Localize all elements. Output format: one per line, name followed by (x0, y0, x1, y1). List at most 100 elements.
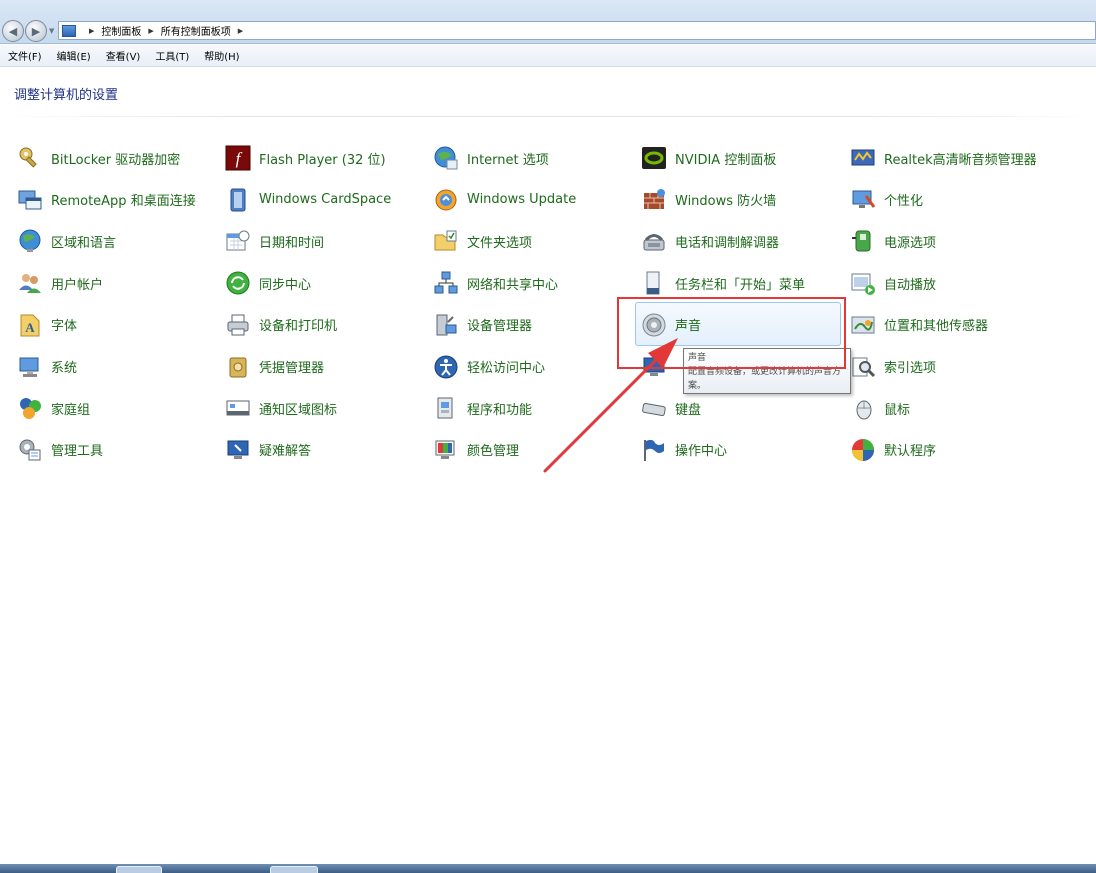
control-panel-item[interactable]: 家庭组 (16, 393, 90, 423)
control-panel-item-label: 电话和调制解调器 (675, 235, 780, 251)
control-panel-item-label: 文件夹选项 (467, 235, 533, 251)
back-button[interactable]: ◀ (2, 20, 24, 42)
address-toolbar: ◀ ▶ ▼ ▶ 控制面板 ▶ 所有控制面板项 ▶ (0, 0, 1096, 44)
control-panel-item-label: 默认程序 (884, 444, 937, 460)
control-panel-item[interactable]: Internet 选项 (432, 143, 549, 173)
control-panel-item[interactable]: 管理工具 (16, 435, 103, 465)
control-panel-item[interactable]: 用户帐户 (16, 268, 103, 298)
breadcrumb-control-panel[interactable]: 控制面板 (101, 23, 141, 38)
control-panel-item[interactable]: NVIDIA 控制面板 (640, 143, 776, 173)
menu-bar: 文件(F) 编辑(E) 查看(V) 工具(T) 帮助(H) (0, 45, 1096, 67)
control-panel-item[interactable]: BitLocker 驱动器加密 (16, 143, 180, 173)
control-panel-item[interactable]: 轻松访问中心 (432, 352, 545, 382)
menu-tools[interactable]: 工具(T) (155, 48, 189, 63)
menu-help[interactable]: 帮助(H) (204, 48, 239, 63)
breadcrumb-separator-icon[interactable]: ▶ (238, 27, 243, 35)
menu-view[interactable]: 查看(V) (106, 48, 141, 63)
control-panel-item[interactable]: 程序和功能 (432, 393, 532, 423)
personalization-icon (849, 186, 877, 214)
control-panel-window: ◀ ▶ ▼ ▶ 控制面板 ▶ 所有控制面板项 ▶ 文件(F) 编辑(E) 查看(… (0, 0, 1096, 873)
control-panel-item-label: 凭据管理器 (259, 361, 325, 376)
control-panel-item[interactable]: 文件夹选项 (432, 226, 532, 256)
control-panel-item[interactable]: RemoteApp 和桌面连接 (16, 185, 196, 215)
homegroup-icon (16, 394, 44, 422)
breadcrumb-all-items[interactable]: 所有控制面板项 (161, 23, 231, 38)
control-panel-item[interactable]: Windows Update (432, 185, 576, 215)
taskbar (0, 864, 1096, 873)
control-panel-item[interactable]: 设备和打印机 (224, 310, 337, 340)
control-panel-item-label: 位置和其他传感器 (884, 319, 989, 335)
notification-icon (224, 394, 252, 422)
breadcrumb-separator-icon[interactable]: ▶ (148, 27, 153, 35)
control-panel-item-label: 区域和语言 (51, 235, 117, 251)
control-panel-item[interactable]: 疑难解答 (224, 435, 311, 465)
programs-icon (432, 394, 460, 422)
control-panel-item[interactable]: Windows CardSpace (224, 185, 391, 215)
control-panel-item-label: Flash Player (32 位) (259, 152, 386, 168)
control-panel-item-label: 同步中心 (259, 277, 312, 293)
control-panel-item-label: 鼠标 (884, 402, 911, 418)
troubleshoot-icon (224, 436, 252, 464)
realtek-audio-icon (849, 144, 877, 172)
forward-button[interactable]: ▶ (25, 20, 47, 42)
taskbar-ie-button[interactable] (116, 866, 162, 873)
control-panel-item[interactable]: 网络和共享中心 (432, 268, 558, 298)
user-accounts-icon (16, 269, 44, 297)
mouse-icon (849, 394, 877, 422)
control-panel-item[interactable]: 设备管理器 (432, 310, 532, 340)
control-panel-item[interactable]: Windows 防火墙 (640, 185, 776, 215)
control-panel-item-label: 任务栏和「开始」菜单 (675, 277, 806, 293)
control-panel-item-label: 颜色管理 (467, 444, 520, 460)
control-panel-item-label: Windows Update (467, 192, 577, 208)
control-panel-item[interactable]: 任务栏和「开始」菜单 (640, 268, 805, 298)
control-panel-item[interactable]: 位置和其他传感器 (849, 310, 988, 340)
control-panel-icon (62, 24, 76, 37)
control-panel-item[interactable]: 通知区域图标 (224, 393, 337, 423)
back-arrow-icon: ◀ (8, 24, 18, 38)
taskbar-active-window-button[interactable] (270, 866, 318, 873)
control-panel-item-label: 自动播放 (884, 277, 937, 293)
control-panel-item-label: 用户帐户 (51, 277, 104, 293)
control-panel-item[interactable]: Realtek高清晰音频管理器 (849, 143, 1037, 173)
cardspace-icon (224, 186, 252, 214)
control-panel-item[interactable]: 日期和时间 (224, 226, 324, 256)
control-panel-item-label: NVIDIA 控制面板 (675, 152, 777, 168)
page-title: 调整计算机的设置 (14, 88, 119, 103)
ease-of-access-icon (432, 353, 460, 381)
control-panel-item[interactable]: 自动播放 (849, 268, 936, 298)
menu-file[interactable]: 文件(F) (8, 48, 42, 63)
autoplay-icon (849, 269, 877, 297)
control-panel-item-label: Windows CardSpace (259, 192, 392, 208)
control-panel-item[interactable]: 电话和调制解调器 (640, 226, 779, 256)
control-panel-item[interactable]: 系统 (16, 352, 77, 382)
control-panel-item-label: BitLocker 驱动器加密 (51, 152, 181, 168)
control-panel-item[interactable]: 颜色管理 (432, 435, 519, 465)
divider (0, 116, 1096, 117)
control-panel-item[interactable]: 个性化 (849, 185, 923, 215)
control-panel-item[interactable]: A 字体 (16, 310, 77, 340)
control-panel-item[interactable]: 区域和语言 (16, 226, 116, 256)
recent-pages-dropdown-icon[interactable]: ▼ (49, 27, 54, 35)
control-panel-item-label: 网络和共享中心 (467, 277, 559, 293)
control-panel-item[interactable]: 电源选项 (849, 226, 936, 256)
control-panel-item[interactable]: 同步中心 (224, 268, 311, 298)
control-panel-item-label: 管理工具 (51, 444, 104, 460)
menu-edit[interactable]: 编辑(E) (57, 48, 91, 63)
control-panel-item-label: 字体 (51, 319, 78, 335)
sensor-icon (849, 311, 877, 339)
control-panel-item-label: Realtek高清晰音频管理器 (884, 152, 1037, 168)
control-panel-item[interactable]: 凭据管理器 (224, 352, 324, 382)
annotation-arrow (543, 338, 678, 473)
remoteapp-icon (16, 186, 44, 214)
control-panel-item[interactable]: 鼠标 (849, 393, 910, 423)
printer-icon (224, 311, 252, 339)
control-panel-item[interactable]: 默认程序 (849, 435, 936, 465)
control-panel-item-label: 日期和时间 (259, 235, 325, 251)
control-panel-item[interactable]: 索引选项 (849, 352, 936, 382)
breadcrumb-separator-icon[interactable]: ▶ (89, 27, 94, 35)
windows-update-icon (432, 186, 460, 214)
control-panel-item[interactable]: f Flash Player (32 位) (224, 143, 386, 173)
control-panel-item-label: 设备和打印机 (259, 319, 338, 335)
device-manager-icon (432, 311, 460, 339)
address-bar[interactable]: ▶ 控制面板 ▶ 所有控制面板项 ▶ (58, 21, 1096, 40)
